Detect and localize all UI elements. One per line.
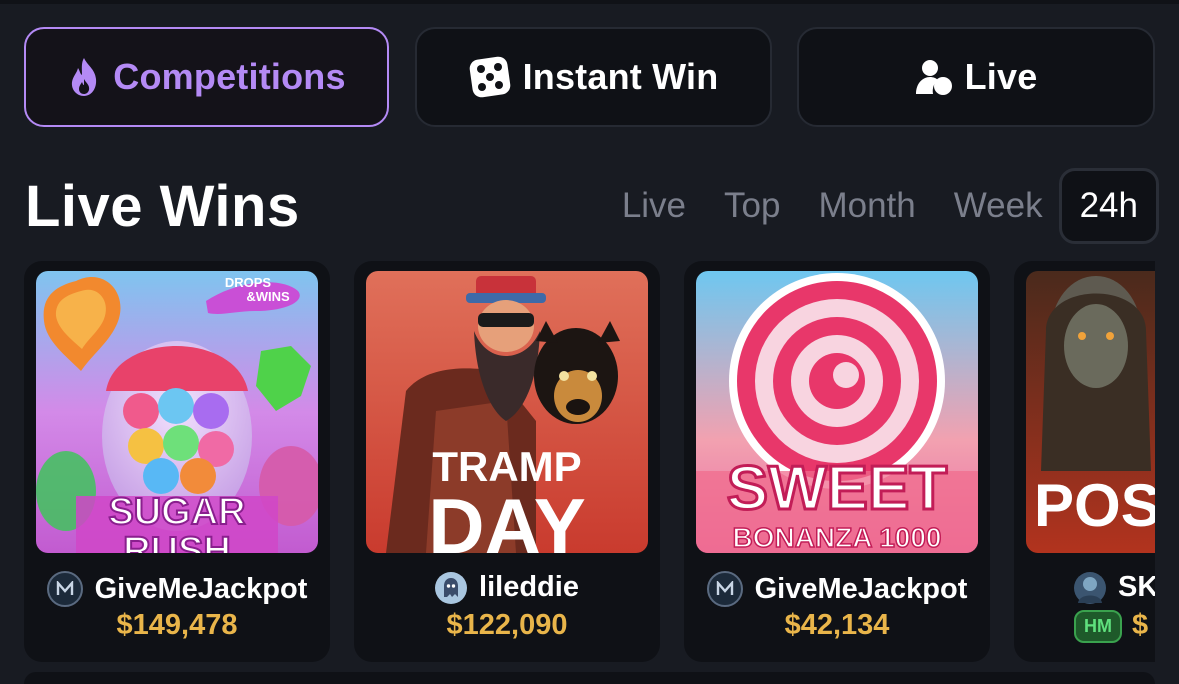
live-label: Live bbox=[964, 56, 1038, 97]
instant-win-button[interactable]: Instant Win bbox=[415, 27, 772, 127]
winner-username[interactable]: SK bbox=[1118, 571, 1155, 604]
flame-icon bbox=[67, 57, 101, 97]
game-thumbnail-sugar-rush: DROPS &WINS SUGAR RUSH bbox=[36, 271, 318, 553]
nm-logo-avatar bbox=[46, 571, 83, 607]
user-avatar bbox=[1074, 571, 1106, 604]
competitions-button[interactable]: Competitions bbox=[24, 27, 389, 127]
winner-row: lileddie bbox=[354, 571, 660, 604]
hm-badge: HM bbox=[1074, 609, 1122, 643]
tab-live[interactable]: Live bbox=[622, 186, 686, 226]
winner-row: GiveMeJackpot bbox=[24, 571, 330, 607]
competitions-label: Competitions bbox=[113, 56, 346, 97]
nm-logo-avatar bbox=[706, 571, 743, 607]
game-title-line2: RUSH bbox=[123, 530, 231, 553]
game-title-line2: DAY bbox=[428, 482, 586, 553]
tab-top[interactable]: Top bbox=[724, 186, 780, 226]
next-section-edge bbox=[24, 672, 1155, 684]
time-filter-tabs: Live Top Month Week 24h bbox=[584, 168, 1159, 244]
win-card[interactable]: TRAMP DAY lileddie $122,090 bbox=[354, 261, 660, 662]
game-title-line1: SWEET bbox=[727, 454, 948, 523]
live-wins-carousel[interactable]: DROPS &WINS SUGAR RUSH GiveMeJackpot $14… bbox=[24, 261, 1155, 663]
top-divider bbox=[0, 0, 1179, 4]
winner-row: SK bbox=[1014, 571, 1155, 604]
win-amount-row: HM $ bbox=[1014, 609, 1155, 643]
win-amount: $149,478 bbox=[116, 609, 238, 641]
instant-win-label: Instant Win bbox=[522, 56, 719, 97]
tab-week[interactable]: Week bbox=[954, 186, 1043, 226]
win-amount: $122,090 bbox=[446, 609, 568, 641]
user-live-icon bbox=[915, 58, 953, 96]
game-thumbnail-poss: POSS bbox=[1026, 271, 1155, 553]
win-card[interactable]: POSS SK HM $ bbox=[1014, 261, 1155, 662]
game-title-line2: BONANZA 1000 bbox=[732, 522, 941, 553]
tab-24h[interactable]: 24h bbox=[1058, 168, 1159, 244]
win-amount: $ bbox=[1132, 609, 1149, 641]
win-card[interactable]: DROPS &WINS SUGAR RUSH GiveMeJackpot $14… bbox=[24, 261, 330, 662]
winner-row: GiveMeJackpot bbox=[684, 571, 990, 607]
ghost-avatar bbox=[435, 571, 468, 604]
live-wins-title: Live Wins bbox=[25, 174, 300, 239]
game-thumbnail-tramp-day: TRAMP DAY bbox=[366, 271, 648, 553]
game-title-line1: SUGAR bbox=[108, 491, 245, 533]
win-amount: $42,134 bbox=[784, 609, 890, 641]
winner-username[interactable]: GiveMeJackpot bbox=[95, 573, 308, 606]
game-thumbnail-sweet-bonanza: SWEET BONANZA 1000 bbox=[696, 271, 978, 553]
winner-username[interactable]: lileddie bbox=[479, 571, 579, 604]
tab-month[interactable]: Month bbox=[818, 186, 915, 226]
live-button[interactable]: Live bbox=[797, 27, 1155, 127]
drops-wins-badge: DROPS bbox=[225, 275, 272, 290]
dice-icon bbox=[469, 56, 511, 98]
winner-username[interactable]: GiveMeJackpot bbox=[755, 573, 968, 606]
win-card[interactable]: SWEET BONANZA 1000 GiveMeJackpot $42,134 bbox=[684, 261, 990, 662]
svg-text:&WINS: &WINS bbox=[246, 289, 290, 304]
game-title-line1: POSS bbox=[1034, 472, 1155, 539]
